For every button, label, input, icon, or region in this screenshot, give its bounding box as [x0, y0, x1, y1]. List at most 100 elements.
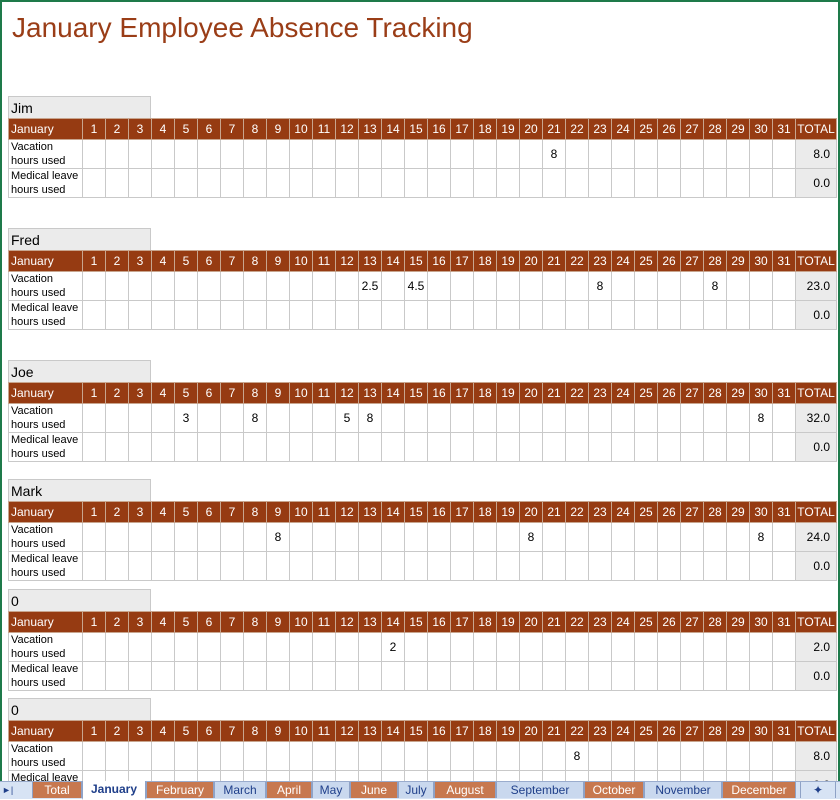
day-cell[interactable] [450, 300, 474, 330]
day-cell[interactable] [657, 300, 681, 330]
total-cell[interactable]: 0.0 [795, 300, 837, 330]
day-header[interactable]: 31 [772, 382, 796, 404]
day-cell[interactable] [565, 168, 589, 198]
day-cell[interactable]: 8 [749, 522, 773, 552]
total-cell[interactable]: 8.0 [795, 139, 837, 169]
day-cell[interactable] [197, 632, 221, 662]
day-cell[interactable] [680, 551, 704, 581]
day-header[interactable]: 20 [519, 611, 543, 633]
day-header[interactable]: 8 [243, 382, 267, 404]
day-cell[interactable] [450, 139, 474, 169]
day-cell[interactable] [220, 632, 244, 662]
day-header[interactable]: 15 [404, 118, 428, 140]
day-cell[interactable] [289, 271, 313, 301]
day-cell[interactable] [220, 741, 244, 771]
day-cell[interactable] [197, 271, 221, 301]
day-cell[interactable] [749, 168, 773, 198]
day-cell[interactable] [312, 632, 336, 662]
total-header[interactable]: TOTAL [795, 611, 837, 633]
day-header[interactable]: 2 [105, 611, 129, 633]
day-cell[interactable] [151, 741, 175, 771]
day-cell[interactable] [312, 271, 336, 301]
day-cell[interactable] [703, 632, 727, 662]
day-header[interactable]: 4 [151, 382, 175, 404]
day-header[interactable]: 28 [703, 611, 727, 633]
day-header[interactable]: 1 [82, 501, 106, 523]
day-cell[interactable]: 8 [565, 741, 589, 771]
day-cell[interactable] [542, 300, 566, 330]
day-header[interactable]: 27 [680, 250, 704, 272]
day-cell[interactable] [657, 271, 681, 301]
day-header[interactable]: 20 [519, 382, 543, 404]
day-cell[interactable]: 8 [542, 139, 566, 169]
total-cell[interactable]: 0.0 [795, 432, 837, 462]
day-cell[interactable] [335, 522, 359, 552]
day-cell[interactable] [772, 432, 796, 462]
day-cell[interactable] [611, 551, 635, 581]
day-cell[interactable] [266, 300, 290, 330]
day-cell[interactable] [565, 432, 589, 462]
day-cell[interactable] [565, 522, 589, 552]
day-cell[interactable] [496, 632, 520, 662]
day-cell[interactable] [243, 300, 267, 330]
day-cell[interactable] [358, 741, 382, 771]
day-header[interactable]: 28 [703, 501, 727, 523]
day-header[interactable]: 5 [174, 382, 198, 404]
day-header[interactable]: 5 [174, 118, 198, 140]
day-cell[interactable] [82, 632, 106, 662]
day-cell[interactable] [197, 139, 221, 169]
day-cell[interactable] [381, 741, 405, 771]
day-header[interactable]: 26 [657, 720, 681, 742]
day-header[interactable]: 31 [772, 118, 796, 140]
total-cell[interactable]: 0.0 [795, 661, 837, 691]
tab-april[interactable]: April [266, 782, 312, 798]
day-cell[interactable] [680, 139, 704, 169]
day-cell[interactable] [174, 522, 198, 552]
month-header[interactable]: January [8, 250, 83, 272]
day-cell[interactable] [174, 168, 198, 198]
day-header[interactable]: 19 [496, 118, 520, 140]
day-cell[interactable] [358, 551, 382, 581]
day-cell[interactable] [381, 522, 405, 552]
day-header[interactable]: 7 [220, 501, 244, 523]
day-cell[interactable] [82, 551, 106, 581]
day-header[interactable]: 31 [772, 250, 796, 272]
day-cell[interactable]: 8 [519, 522, 543, 552]
day-cell[interactable] [404, 632, 428, 662]
day-cell[interactable] [197, 551, 221, 581]
day-header[interactable]: 29 [726, 250, 750, 272]
day-cell[interactable] [657, 661, 681, 691]
day-cell[interactable] [105, 661, 129, 691]
day-cell[interactable] [82, 300, 106, 330]
row-label[interactable]: Vacation hours used [8, 271, 83, 301]
day-cell[interactable] [289, 168, 313, 198]
day-cell[interactable] [174, 551, 198, 581]
day-header[interactable]: 27 [680, 501, 704, 523]
day-cell[interactable] [220, 403, 244, 433]
day-cell[interactable] [105, 403, 129, 433]
day-cell[interactable] [427, 403, 451, 433]
day-cell[interactable] [220, 139, 244, 169]
day-cell[interactable] [726, 551, 750, 581]
day-cell[interactable] [726, 271, 750, 301]
day-header[interactable]: 27 [680, 118, 704, 140]
day-cell[interactable] [611, 168, 635, 198]
day-header[interactable]: 8 [243, 501, 267, 523]
day-header[interactable]: 21 [542, 720, 566, 742]
day-header[interactable]: 9 [266, 720, 290, 742]
day-cell[interactable] [749, 661, 773, 691]
day-header[interactable]: 4 [151, 501, 175, 523]
day-header[interactable]: 5 [174, 250, 198, 272]
total-cell[interactable]: 0.0 [795, 551, 837, 581]
day-cell[interactable] [680, 741, 704, 771]
day-cell[interactable] [312, 522, 336, 552]
day-header[interactable]: 27 [680, 720, 704, 742]
day-header[interactable]: 9 [266, 118, 290, 140]
day-cell[interactable] [82, 271, 106, 301]
day-cell[interactable] [82, 139, 106, 169]
day-cell[interactable] [243, 632, 267, 662]
day-cell[interactable] [266, 632, 290, 662]
row-label[interactable]: Vacation hours used [8, 139, 83, 169]
day-header[interactable]: 14 [381, 118, 405, 140]
day-header[interactable]: 29 [726, 611, 750, 633]
